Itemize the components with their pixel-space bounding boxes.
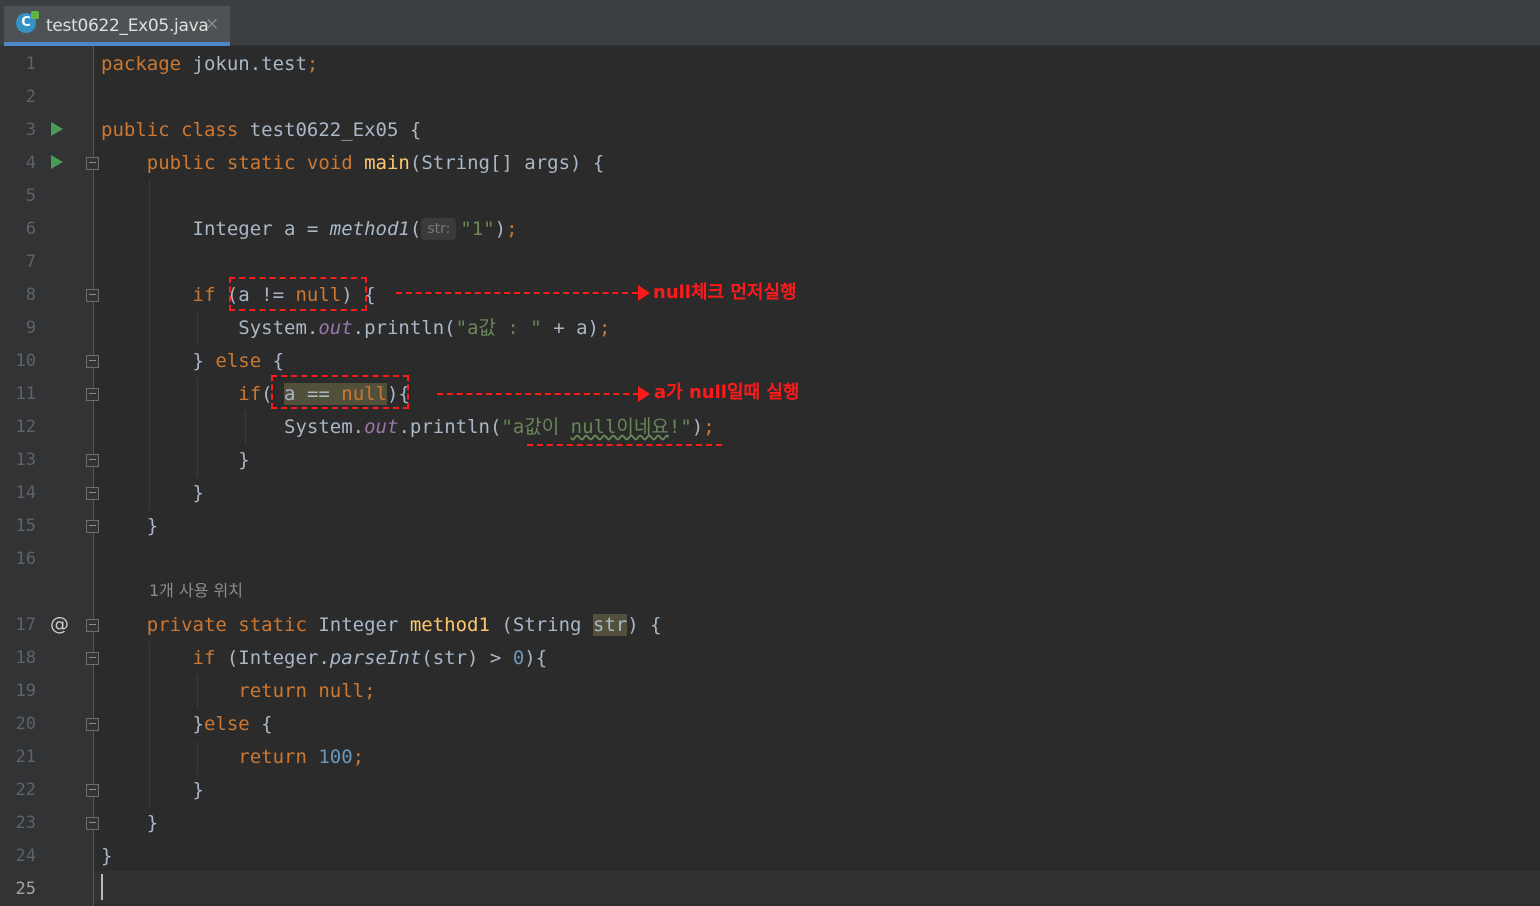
line-number: 1 (25, 54, 36, 74)
line-number: 18 (15, 648, 36, 668)
line-number: 14 (15, 483, 36, 503)
code-line[interactable]: } (101, 510, 158, 543)
tab-filename: test0622_Ex05.java (46, 16, 209, 36)
run-class-icon[interactable] (51, 122, 63, 136)
code-line[interactable]: } (101, 477, 204, 510)
run-main-icon[interactable] (51, 155, 63, 169)
line-number: 15 (15, 516, 36, 536)
fold-icon[interactable] (86, 157, 99, 170)
annotation-box-null-equal (271, 375, 409, 409)
annotation-arrow-head (638, 386, 650, 402)
line-number: 25 (15, 879, 36, 899)
annotation-arrow (396, 292, 638, 294)
editor-tab-bar: C test0622_Ex05.java × (0, 0, 1540, 46)
parameter-hint: str: (421, 218, 457, 240)
line-number: 19 (15, 681, 36, 701)
gutter-separator (93, 46, 94, 906)
line-number: 13 (15, 450, 36, 470)
fold-icon[interactable] (86, 784, 99, 797)
fold-icon[interactable] (86, 289, 99, 302)
code-line[interactable]: if (Integer.parseInt(str) > 0){ (101, 642, 548, 675)
line-number: 21 (15, 747, 36, 767)
fold-icon[interactable] (86, 355, 99, 368)
current-line-highlight (94, 871, 1540, 904)
java-class-icon: C (16, 11, 39, 33)
code-line[interactable]: Integer a = method1(str: "1"); (101, 213, 518, 246)
fold-icon[interactable] (86, 817, 99, 830)
annotation-note-2: a가 null일때 실행 (654, 382, 800, 403)
code-line[interactable]: return null; (101, 675, 375, 708)
line-number: 8 (25, 285, 36, 305)
line-number: 20 (15, 714, 36, 734)
code-line[interactable]: return 100; (101, 741, 364, 774)
line-number: 24 (15, 846, 36, 866)
fold-icon[interactable] (86, 388, 99, 401)
annotation-box-null-check (229, 277, 367, 311)
line-number: 6 (25, 219, 36, 239)
code-line[interactable]: System.out.println("a값이 null이네요!"); (101, 411, 715, 444)
line-number: 16 (15, 549, 36, 569)
annotation-underline (527, 444, 722, 446)
annotation-arrow-head (638, 285, 650, 301)
line-number: 2 (25, 87, 36, 107)
fold-icon[interactable] (86, 454, 99, 467)
line-number: 4 (25, 153, 36, 173)
code-line[interactable]: package jokun.test; (101, 48, 318, 81)
override-marker-icon[interactable]: @ (50, 608, 69, 641)
line-number: 10 (15, 351, 36, 371)
line-number: 3 (25, 120, 36, 140)
line-number: 5 (25, 186, 36, 206)
line-number: 11 (15, 384, 36, 404)
fold-icon[interactable] (86, 652, 99, 665)
line-number: 12 (15, 417, 36, 437)
code-line[interactable]: System.out.println("a값 : " + a); (101, 312, 610, 345)
annotation-note-1: null체크 먼저실행 (653, 282, 797, 303)
fold-icon[interactable] (86, 487, 99, 500)
line-number: 17 (15, 615, 36, 635)
annotation-arrow (437, 393, 639, 395)
fold-icon[interactable] (86, 619, 99, 632)
code-line[interactable]: public class test0622_Ex05 { (101, 114, 421, 147)
code-line[interactable]: } (101, 444, 249, 477)
editor-tab[interactable]: C test0622_Ex05.java × (4, 6, 230, 46)
code-line[interactable]: } (101, 774, 204, 807)
fold-icon[interactable] (86, 520, 99, 533)
code-line[interactable]: }else { (101, 708, 273, 741)
line-number: 7 (25, 252, 36, 272)
line-number: 22 (15, 780, 36, 800)
code-line[interactable]: } (101, 840, 112, 873)
line-number: 23 (15, 813, 36, 833)
code-line[interactable]: public static void main(String[] args) { (101, 147, 605, 180)
fold-icon[interactable] (86, 718, 99, 731)
line-number: 9 (25, 318, 36, 338)
usage-count-hint[interactable]: 1개 사용 위치 (149, 578, 243, 604)
text-caret (101, 874, 103, 900)
code-line[interactable]: } else { (101, 345, 285, 378)
code-line[interactable]: private static Integer method1 (String s… (101, 609, 662, 642)
close-tab-icon[interactable]: × (205, 14, 219, 34)
code-line[interactable]: } (101, 807, 158, 840)
